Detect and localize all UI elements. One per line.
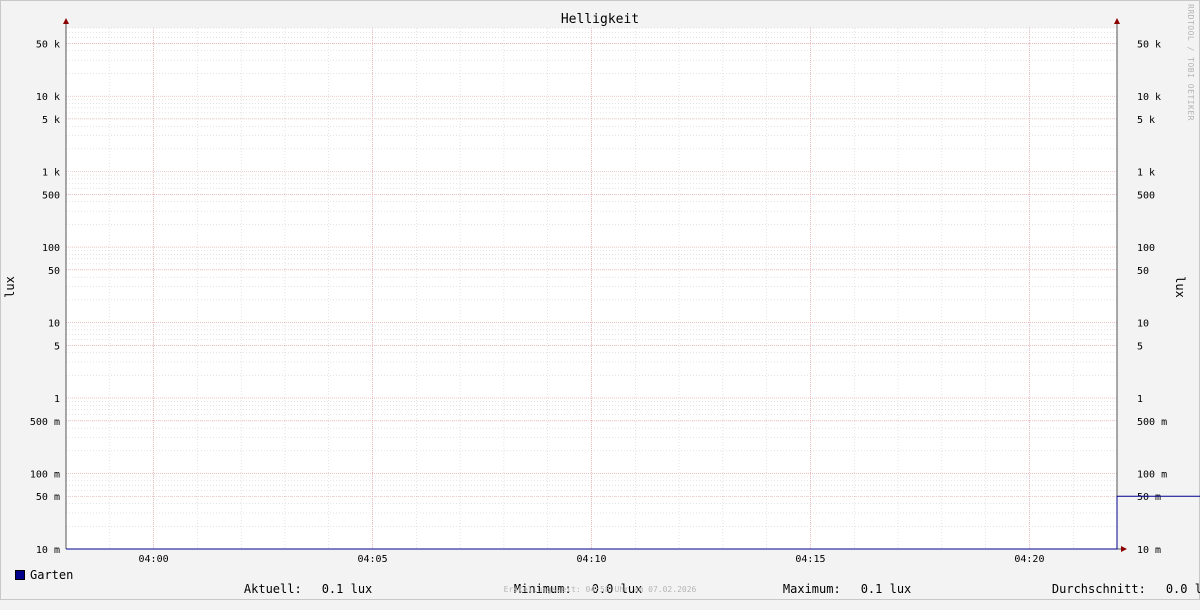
brightness-chart: 50 k 10 k 5 k 1 k 500 100 50 10 5 1 500 m 100 m 50 m… [3,12,1200,565]
legend-swatch [15,570,25,580]
creation-time: Erstellungszeit: 04:58 Uhr am 07.02.2026 [503,585,697,594]
y-tick-label-left: 100 m [30,470,60,481]
x-axis-ticks: 04:0004:0504:1004:1504:2004:2504:3004:35… [139,554,1045,565]
y-tick-label-right: 500 m [1137,417,1167,428]
y-tick-label-right: 1 k [1137,168,1155,179]
x-tick-label: 04:20 [1014,554,1044,565]
y-tick-label-right: 100 m [1137,470,1167,481]
x-tick-label: 04:10 [576,554,606,565]
y-tick-label-right: 5 k [1137,115,1155,126]
y-tick-label-right: 5 [1137,341,1143,352]
y-tick-label-left: 50 m [36,492,60,503]
chart-title: Helligkeit [561,12,639,27]
legend: Garten Aktuell: 0.1 lux Minimum: 0.0 lux M… [0,568,1200,596]
y-axis-label-left: lux [3,276,17,298]
y-tick-label-left: 10 k [36,92,60,103]
y-tick-label-left: 100 [42,243,60,254]
y-tick-label-right: 10 k [1137,92,1161,103]
y-tick-label-left: 10 [48,319,60,330]
y-tick-label-left: 10 m [36,545,60,556]
y-axis-right-ticks: 50 k 10 k 5 k 1 k 500 100 50 10 5 1 500 m 100 m 50 m… [1137,39,1167,556]
y-tick-label-left: 500 m [30,417,60,428]
x-tick-label: 04:15 [795,554,825,565]
y-tick-label-left: 5 k [42,115,60,126]
y-tick-label-right: 1 [1137,394,1143,405]
y-tick-label-right: 100 [1137,243,1155,254]
legend-series-name: Garten [30,568,74,582]
y-tick-label-left: 500 [42,190,60,201]
y-tick-label-left: 1 k [42,168,60,179]
y-tick-label-left: 5 [54,341,60,352]
y-axis-left-ticks: 50 k 10 k 5 k 1 k 500 100 50 10 5 1 500 m 100 m 50 m… [30,39,60,556]
y-tick-label-left: 50 [48,266,60,277]
y-tick-label-left: 1 [54,394,60,405]
x-tick-label: 04:05 [357,554,387,565]
y-tick-label-right: 500 [1137,190,1155,201]
y-axis-label-right: lux [1173,276,1187,298]
x-axis-arrow [1121,546,1127,552]
x-tick-label: 04:00 [139,554,169,565]
y-tick-label-right: 50 [1137,266,1149,277]
y-axis-left-arrow [63,18,69,24]
y-tick-label-right: 50 m [1137,492,1161,503]
y-tick-label-left: 50 k [36,39,60,50]
y-tick-label-right: 10 m [1137,545,1161,556]
y-tick-label-right: 50 k [1137,39,1161,50]
y-axis-right-arrow [1114,18,1120,24]
y-tick-label-right: 10 [1137,319,1149,330]
watermark: RRDTOOL / TOBI OETIKER [1186,4,1195,121]
